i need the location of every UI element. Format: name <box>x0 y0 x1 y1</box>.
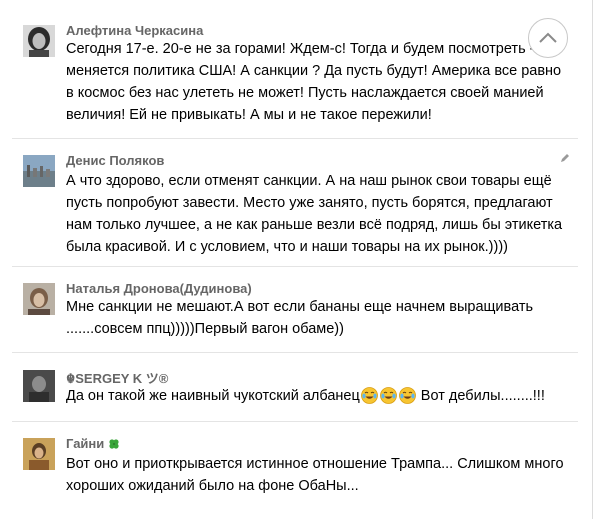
divider <box>12 138 578 139</box>
face-with-tears-of-joy-icon <box>379 387 397 411</box>
four-leaf-clover-icon <box>109 439 119 449</box>
comment-text-end: Вот дебилы........!!! <box>416 388 545 404</box>
comment-text: А что здорово, если отменят санкции. А н… <box>66 173 563 255</box>
avatar[interactable] <box>23 370 55 402</box>
comment-text: Сегодня 17-е. 20-е не за горами! Ждем-с!… <box>66 41 562 123</box>
avatar[interactable] <box>23 155 55 187</box>
pencil-icon[interactable] <box>560 153 570 163</box>
comment-text: Вот оно и приоткрывается истинное отноше… <box>66 456 564 494</box>
comment-author[interactable]: Алефтина Черкасина <box>66 23 203 38</box>
divider <box>12 421 578 422</box>
comment-text: Да он такой же наивный чукотский албанец… <box>66 385 571 411</box>
face-with-tears-of-joy-icon <box>360 387 378 411</box>
comment-author[interactable]: Наталья Дронова(Дудинова) <box>66 281 252 296</box>
comment-text: Мне санкции не мешают.А вот если бананы … <box>66 299 534 337</box>
scroll-top-button[interactable] <box>528 18 568 58</box>
divider <box>12 266 578 267</box>
comment-author[interactable]: Гайни <box>66 436 120 451</box>
face-with-tears-of-joy-icon <box>398 387 416 411</box>
avatar[interactable] <box>23 438 55 470</box>
comment-author[interactable]: Денис Поляков <box>66 153 164 168</box>
avatar[interactable] <box>23 283 55 315</box>
avatar[interactable] <box>23 25 55 57</box>
comments-panel: Алефтина Черкасина Сегодня 17-е. 20-е не… <box>0 0 593 519</box>
comment-text-start: Да он такой же наивный чукотский албанец <box>66 388 360 404</box>
chevron-up-icon <box>539 32 557 43</box>
author-name: Гайни <box>66 436 105 451</box>
divider <box>12 352 578 353</box>
